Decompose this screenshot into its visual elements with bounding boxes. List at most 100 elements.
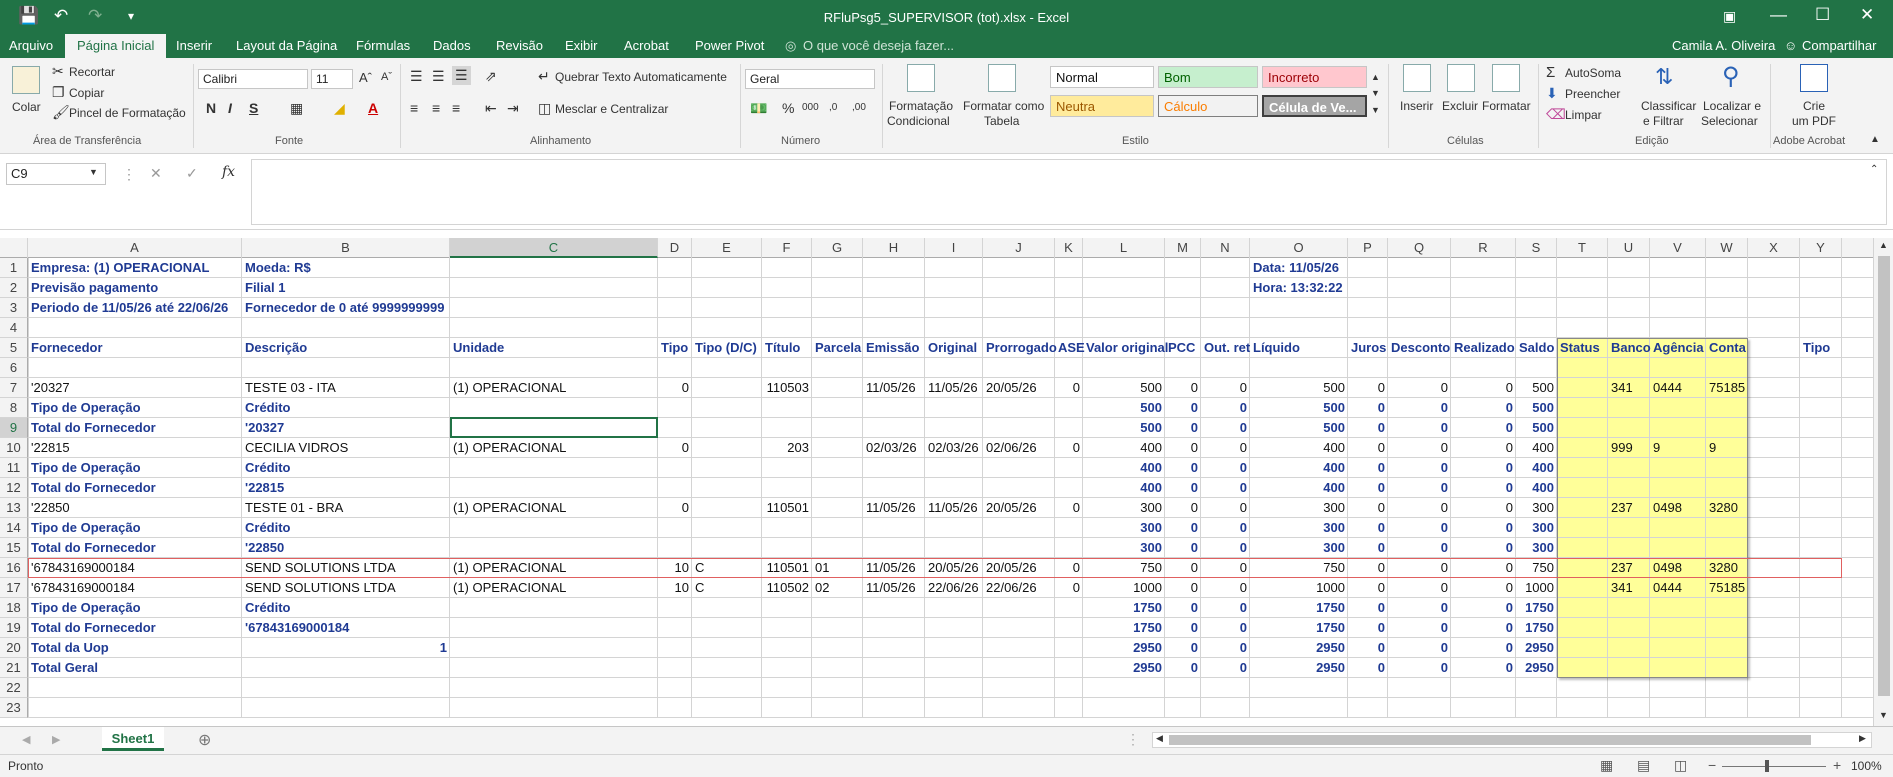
period-cell[interactable]: Periodo de 11/05/26 até 22/06/26	[28, 298, 231, 318]
table-cell[interactable]: 500	[1083, 398, 1165, 418]
table-cell[interactable]: 0	[1348, 518, 1388, 538]
column-header-e[interactable]: E	[692, 238, 762, 258]
table-cell[interactable]: 0	[1348, 498, 1388, 518]
column-header-o[interactable]: O	[1250, 238, 1348, 258]
table-cell[interactable]: 1750	[1083, 618, 1165, 638]
styles-scroll-down-icon[interactable]: ▼	[1371, 88, 1380, 98]
row-header-12[interactable]: 12	[0, 478, 28, 498]
horizontal-scrollbar[interactable]: ◀ ▶	[1152, 732, 1872, 748]
vertical-scrollbar[interactable]: ▲ ▼	[1873, 238, 1893, 726]
table-cell[interactable]: 0	[1348, 418, 1388, 438]
table-cell[interactable]: 1750	[1083, 598, 1165, 618]
column-header-h[interactable]: H	[863, 238, 925, 258]
style-good[interactable]: Bom	[1158, 66, 1258, 88]
column-header-y[interactable]: Y	[1800, 238, 1842, 258]
user-name[interactable]: Camila A. Oliveira	[1672, 38, 1775, 53]
cancel-entry-icon[interactable]: ✕	[150, 165, 162, 182]
tab-arquivo[interactable]: Arquivo	[9, 38, 53, 53]
table-cell[interactable]: TESTE 01 - BRA	[242, 498, 346, 518]
table-cell[interactable]: 02/06/26	[983, 438, 1040, 458]
table-cell[interactable]: 400	[1083, 438, 1165, 458]
currency-icon[interactable]: 💵	[750, 100, 767, 117]
row-header-18[interactable]: 18	[0, 598, 28, 618]
scroll-up-icon[interactable]: ▲	[1879, 240, 1888, 250]
table-cell[interactable]: 300	[1250, 518, 1348, 538]
font-size-select[interactable]: 11	[311, 69, 353, 89]
style-calculation[interactable]: Cálculo	[1158, 95, 1258, 117]
table-cell[interactable]: 300	[1083, 538, 1165, 558]
style-normal[interactable]: Normal	[1050, 66, 1154, 88]
table-cell[interactable]: 400	[1516, 458, 1557, 478]
table-cell[interactable]: 0	[1348, 618, 1388, 638]
table-cell[interactable]: 0	[1165, 518, 1201, 538]
align-center-icon[interactable]: ≡	[432, 100, 440, 116]
cut-button[interactable]: Recortar	[69, 65, 115, 79]
fill-color-icon[interactable]: ◢	[334, 100, 345, 117]
table-cell[interactable]: 1750	[1516, 618, 1557, 638]
shrink-font-icon[interactable]: Aˇ	[381, 71, 392, 83]
table-cell[interactable]: (1) OPERACIONAL	[450, 438, 569, 458]
table-cell[interactable]: 0	[1348, 398, 1388, 418]
table-cell[interactable]: 0	[1201, 538, 1250, 558]
table-cell[interactable]: 0	[1451, 478, 1516, 498]
row-header-6[interactable]: 6	[0, 358, 28, 378]
table-cell[interactable]: 0	[1165, 638, 1201, 658]
column-title-cell[interactable]: Tipo	[658, 338, 691, 358]
table-cell[interactable]: Total do Fornecedor	[28, 418, 159, 438]
zoom-out-icon[interactable]: −	[1708, 757, 1716, 773]
table-cell[interactable]: 0	[1388, 418, 1451, 438]
column-header-f[interactable]: F	[762, 238, 812, 258]
format-painter-button[interactable]: Pincel de Formatação	[69, 106, 186, 120]
column-title-cell[interactable]: Emissão	[863, 338, 922, 358]
column-header-n[interactable]: N	[1201, 238, 1250, 258]
row-header-22[interactable]: 22	[0, 678, 28, 698]
table-cell[interactable]: 500	[1516, 418, 1557, 438]
column-header-k[interactable]: K	[1055, 238, 1083, 258]
insert-cells-button[interactable]: Inserir	[1400, 99, 1433, 113]
column-header-l[interactable]: L	[1083, 238, 1165, 258]
row-header-21[interactable]: 21	[0, 658, 28, 678]
table-cell[interactable]: 0	[1165, 578, 1201, 598]
zoom-level[interactable]: 100%	[1851, 759, 1882, 773]
column-title-cell[interactable]: Original	[925, 338, 980, 358]
clear-button[interactable]: Limpar	[1565, 108, 1602, 122]
next-sheet-icon[interactable]: ▶	[52, 733, 60, 746]
confirm-entry-icon[interactable]: ✓	[186, 165, 198, 182]
table-cell[interactable]: 0	[658, 438, 692, 458]
row-header-3[interactable]: 3	[0, 298, 28, 318]
table-cell[interactable]: 0	[1348, 478, 1388, 498]
table-cell[interactable]: 0	[1165, 438, 1201, 458]
table-cell[interactable]: 0	[1348, 638, 1388, 658]
increase-indent-icon[interactable]: ⇥	[507, 100, 519, 117]
table-cell[interactable]: TESTE 03 - ITA	[242, 378, 339, 398]
style-neutral[interactable]: Neutra	[1050, 95, 1154, 117]
table-cell[interactable]: 0	[1201, 418, 1250, 438]
column-title-cell[interactable]: Tipo	[1800, 338, 1833, 358]
align-top-icon[interactable]: ☰	[410, 68, 423, 85]
tab-inserir[interactable]: Inserir	[176, 38, 212, 53]
column-header-x[interactable]: X	[1748, 238, 1800, 258]
table-cell[interactable]: 0	[658, 498, 692, 518]
column-header-g[interactable]: G	[812, 238, 863, 258]
row-header-1[interactable]: 1	[0, 258, 28, 278]
table-cell[interactable]: 0	[1451, 438, 1516, 458]
table-cell[interactable]: 0	[1165, 498, 1201, 518]
row-header-4[interactable]: 4	[0, 318, 28, 338]
table-cell[interactable]: 20/05/26	[983, 498, 1040, 518]
vertical-scroll-thumb[interactable]	[1878, 256, 1890, 696]
page-break-view-icon[interactable]: ◫	[1674, 757, 1687, 774]
table-cell[interactable]: 0	[1165, 658, 1201, 678]
column-title-cell[interactable]: Descrição	[242, 338, 310, 358]
add-sheet-icon[interactable]: ⊕	[198, 730, 211, 750]
date-cell[interactable]: Data: 11/05/26	[1250, 258, 1342, 278]
table-cell[interactable]: 20/05/26	[983, 378, 1040, 398]
table-cell[interactable]: 500	[1083, 418, 1165, 438]
table-cell[interactable]: Total do Fornecedor	[28, 478, 159, 498]
table-cell[interactable]: 0	[1055, 378, 1083, 398]
table-cell[interactable]: 0	[1055, 438, 1083, 458]
table-cell[interactable]: 0	[1451, 378, 1516, 398]
table-cell[interactable]: 0	[1348, 378, 1388, 398]
decrease-decimal-icon[interactable]: ,00	[852, 102, 866, 113]
table-cell[interactable]: (1) OPERACIONAL	[450, 578, 569, 598]
tab-pagina-inicial[interactable]: Página Inicial	[65, 34, 167, 58]
